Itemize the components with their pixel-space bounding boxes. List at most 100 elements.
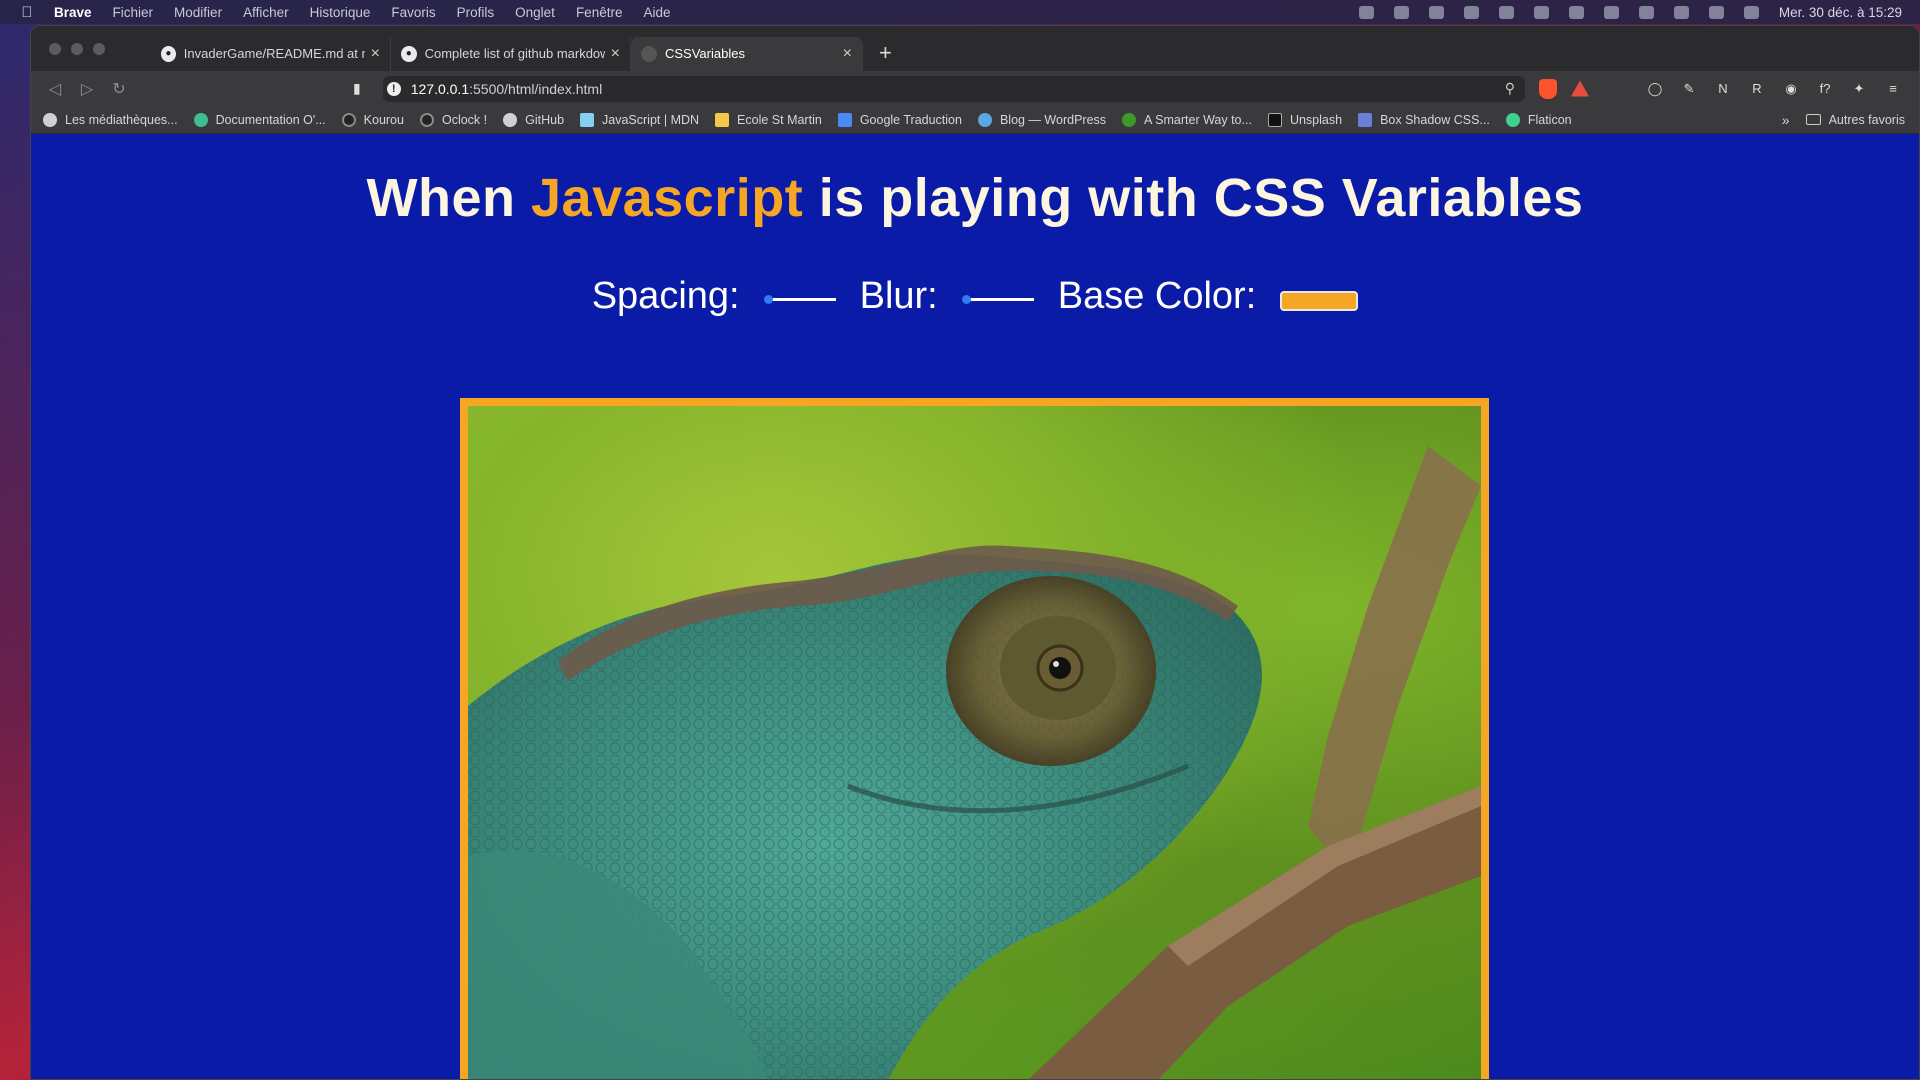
github-icon: ● <box>401 45 417 62</box>
menu-profils[interactable]: Profils <box>457 5 495 20</box>
menu-aide[interactable]: Aide <box>643 5 670 20</box>
close-tab-icon[interactable]: × <box>365 45 380 63</box>
bookmark-item[interactable]: GitHub <box>503 112 564 127</box>
mdn-icon <box>580 112 595 127</box>
elephant-icon[interactable] <box>1498 5 1514 19</box>
controls: Spacing: Blur: Base Color: <box>31 275 1919 318</box>
browser-window: ● InvaderGame/README.md at ma × ● Comple… <box>30 25 1920 1080</box>
siri-icon[interactable] <box>1743 5 1759 19</box>
folder-icon <box>1805 114 1821 125</box>
new-tab-button[interactable]: + <box>879 40 892 66</box>
tab-cssvariables[interactable]: CSSVariables × <box>631 36 863 71</box>
site-info-icon[interactable]: ! <box>386 81 401 96</box>
search-icon[interactable] <box>1673 5 1689 19</box>
menu-app-name[interactable]: Brave <box>54 5 92 20</box>
bookmarks-bar: Les médiathèques... Documentation O'... … <box>31 106 1919 134</box>
bookmark-item[interactable]: Kourou <box>341 112 404 127</box>
menu-afficher[interactable]: Afficher <box>243 5 289 20</box>
menu-historique[interactable]: Historique <box>310 5 371 20</box>
bookmark-favicon-icon <box>341 112 356 127</box>
menu-favoris[interactable]: Favoris <box>391 5 435 20</box>
bookmark-item[interactable]: JavaScript | MDN <box>580 112 699 127</box>
bookmark-item[interactable]: Flaticon <box>1505 112 1572 127</box>
zoom-window-button[interactable] <box>93 42 105 55</box>
close-window-button[interactable] <box>49 42 61 55</box>
bookmark-item[interactable]: Google Traduction <box>837 112 962 127</box>
extensions-area: ◯ ✎ N R ◉ f? ✦ ≡ <box>1647 81 1919 97</box>
menu-icon[interactable]: ≡ <box>1885 81 1901 97</box>
menu-fichier[interactable]: Fichier <box>113 5 154 20</box>
menu-modifier[interactable]: Modifier <box>174 5 222 20</box>
brave-shields-icon[interactable] <box>1539 78 1557 99</box>
blur-label: Blur: <box>859 275 938 317</box>
brave-rewards-icon[interactable] <box>1571 80 1589 97</box>
bookmark-item[interactable]: Oclock ! <box>419 112 487 127</box>
page-title: When Javascript is playing with CSS Vari… <box>366 168 1584 228</box>
forward-icon[interactable]: ▷ <box>71 79 103 99</box>
menu-onglet[interactable]: Onglet <box>515 5 555 20</box>
slider-track <box>767 297 836 301</box>
tab-title: CSSVariables <box>665 46 745 61</box>
minimize-window-button[interactable] <box>71 42 83 55</box>
close-tab-icon[interactable]: × <box>605 45 620 63</box>
blur-slider[interactable] <box>961 289 1034 305</box>
address-bar[interactable]: ▮ ! 127.0.0.1 :5500/html/index.html ⚲ <box>353 75 1525 102</box>
flaticon-icon <box>1505 112 1520 127</box>
puzzle-extensions-icon[interactable]: ✦ <box>1851 81 1867 97</box>
notion-extension-icon[interactable]: N <box>1715 81 1731 97</box>
cloud-icon[interactable] <box>1463 5 1479 19</box>
bookmark-item[interactable]: Box Shadow CSS... <box>1358 112 1490 127</box>
bookmark-favicon-icon <box>43 112 57 127</box>
bookmark-favicon-icon <box>1358 112 1373 127</box>
bookmark-item[interactable]: Documentation O'... <box>193 112 326 127</box>
user-icon[interactable] <box>1638 5 1654 19</box>
bookmarks-overflow-icon[interactable]: » <box>1782 112 1790 128</box>
chameleon-illustration <box>468 446 1481 1079</box>
moon-icon[interactable] <box>1533 5 1549 19</box>
back-icon[interactable]: ◁ <box>39 79 71 99</box>
menubar-clock[interactable]: Mer. 30 déc. à 15:29 <box>1779 5 1902 20</box>
zoom-icon[interactable]: ⚲ <box>1505 80 1515 97</box>
title-highlight: Javascript <box>531 168 804 228</box>
bookmark-item[interactable]: Les médiathèques... <box>43 112 178 127</box>
google-translate-icon <box>837 112 852 127</box>
r-extension-icon[interactable]: R <box>1749 81 1765 97</box>
eye-icon[interactable] <box>1393 5 1409 19</box>
bookmark-icon[interactable]: ▮ <box>353 80 361 97</box>
spacing-slider[interactable] <box>763 289 836 305</box>
control-center-icon[interactable] <box>1708 5 1724 19</box>
bookmark-favicon-icon <box>1122 112 1137 127</box>
bookmark-item[interactable]: Blog — WordPress <box>977 112 1106 127</box>
pocket-extension-icon[interactable]: ◉ <box>1783 81 1799 97</box>
tab-invadergame[interactable]: ● InvaderGame/README.md at ma × <box>151 36 391 71</box>
bookmark-item[interactable]: Ecole St Martin <box>715 112 822 127</box>
page-content: When Javascript is playing with CSS Vari… <box>31 134 1919 1079</box>
bookmark-favicon-icon <box>193 112 208 127</box>
unsplash-icon <box>1267 112 1282 127</box>
bookmark-item[interactable]: A Smarter Way to... <box>1122 112 1252 127</box>
slider-thumb[interactable] <box>763 294 773 304</box>
sync-extension-icon[interactable]: ◯ <box>1647 81 1663 97</box>
other-bookmarks[interactable]: Autres favoris <box>1805 113 1905 127</box>
status-icons: Mer. 30 déc. à 15:29 <box>1358 5 1920 20</box>
wifi-off-icon[interactable] <box>1603 5 1619 19</box>
pen-extension-icon[interactable]: ✎ <box>1681 81 1697 97</box>
tab-strip: ● InvaderGame/README.md at ma × ● Comple… <box>31 26 1919 71</box>
dropbox-icon[interactable] <box>1428 5 1444 19</box>
base-color-picker[interactable] <box>1280 290 1359 311</box>
close-tab-icon[interactable]: × <box>837 45 852 63</box>
tab-markdown-list[interactable]: ● Complete list of github markdow × <box>391 36 631 71</box>
battery-icon[interactable] <box>1358 5 1374 19</box>
spacing-label: Spacing: <box>591 275 740 317</box>
github-icon: ● <box>161 45 176 62</box>
menu-fenetre[interactable]: Fenêtre <box>576 5 623 20</box>
slider-thumb[interactable] <box>961 294 971 304</box>
window-controls <box>31 42 151 55</box>
url-path: :5500/html/index.html <box>469 80 603 97</box>
bluetooth-icon[interactable] <box>1568 5 1584 19</box>
reload-icon[interactable]: ↻ <box>103 79 135 99</box>
apple-icon[interactable]:  <box>0 4 54 21</box>
url-host: 127.0.0.1 <box>410 80 470 97</box>
bookmark-item[interactable]: Unsplash <box>1267 112 1342 127</box>
font-extension-icon[interactable]: f? <box>1817 81 1833 97</box>
